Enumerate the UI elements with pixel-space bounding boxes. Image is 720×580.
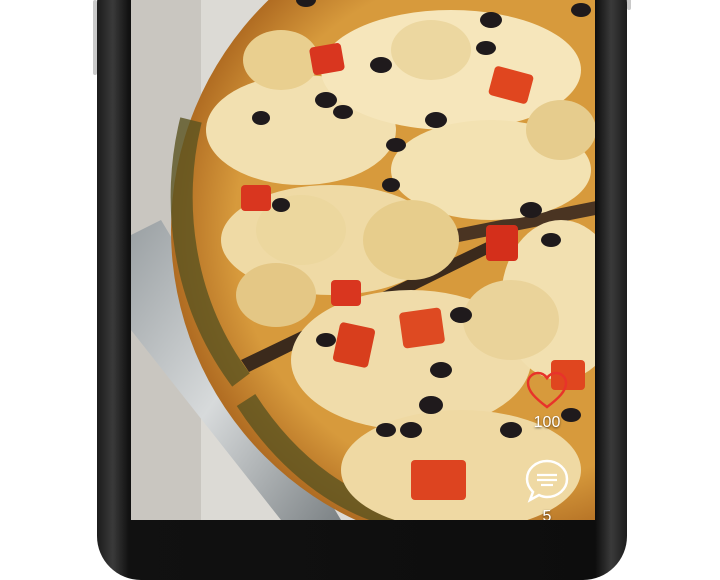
phone-power-button xyxy=(627,0,631,10)
chat-bubble-icon[interactable] xyxy=(524,458,570,504)
heart-outline-icon[interactable] xyxy=(525,370,569,410)
comment-count: 5 xyxy=(542,508,552,520)
like-count: 100 xyxy=(533,414,561,431)
phone-volume-button xyxy=(93,0,97,75)
post-actions: 100 5 xyxy=(521,370,573,520)
phone-screen: 100 5 xyxy=(131,0,595,520)
